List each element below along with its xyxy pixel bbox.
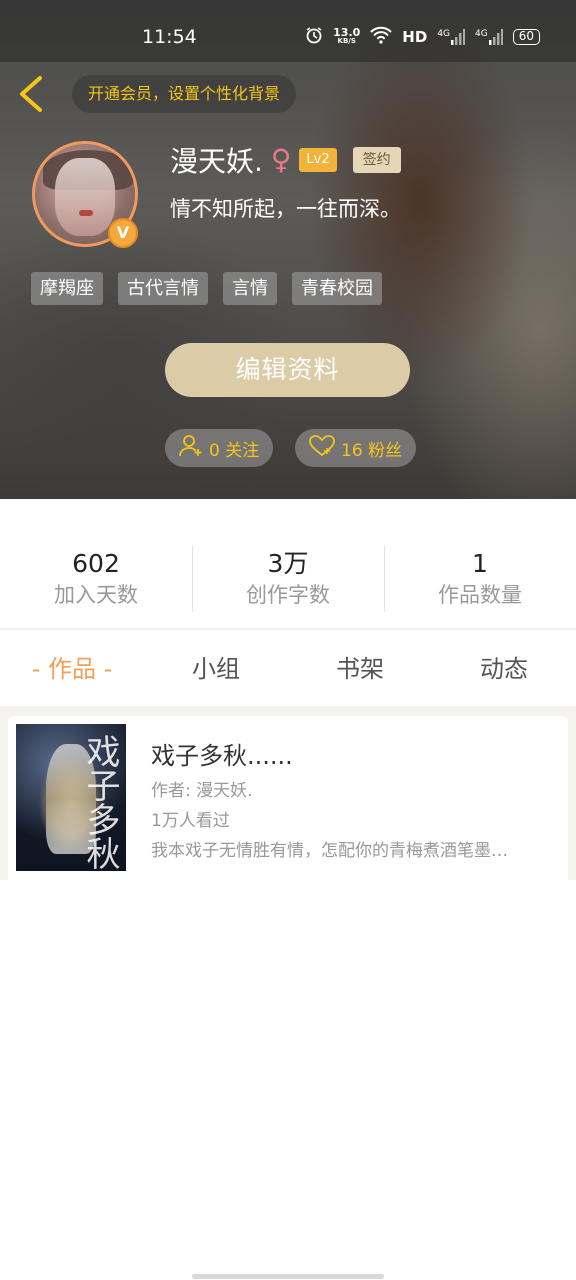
name-row: 漫天妖. ♀ Lv2 签约 bbox=[170, 140, 401, 180]
cover-title: 戏子多秋 bbox=[80, 734, 120, 870]
female-gender-icon: ♀ bbox=[270, 143, 292, 176]
fans-count: 16 粉丝 bbox=[341, 440, 403, 461]
tag[interactable]: 摩羯座 bbox=[31, 272, 103, 305]
back-button[interactable] bbox=[14, 72, 50, 116]
stat-label: 创作字数 bbox=[246, 583, 330, 607]
edit-profile-button[interactable]: 编辑资料 bbox=[165, 343, 410, 397]
wifi-icon bbox=[370, 26, 393, 48]
tag[interactable]: 古代言情 bbox=[118, 272, 208, 305]
profile-header: 11:54 13.0 KB/S HD 4G 4G 60 开通会员，设置个性化背景… bbox=[0, 0, 576, 499]
stat-works-count: 1 作品数量 bbox=[384, 540, 576, 620]
level-badge: Lv2 bbox=[299, 148, 337, 172]
username: 漫天妖. bbox=[170, 145, 263, 178]
alarm-icon bbox=[305, 26, 323, 48]
divider bbox=[0, 628, 576, 630]
signal-label-1: 4G bbox=[437, 29, 451, 39]
home-indicator[interactable] bbox=[192, 1274, 384, 1279]
speed-value: 13.0 bbox=[333, 26, 361, 39]
avatar-mouth bbox=[79, 210, 93, 216]
tab-works[interactable]: - 作品 - bbox=[0, 640, 144, 700]
verified-badge-icon: V bbox=[108, 218, 138, 248]
book-cover: 戏子多秋 bbox=[16, 724, 126, 871]
status-time: 11:54 bbox=[142, 26, 197, 48]
tab-bookshelf[interactable]: 书架 bbox=[288, 640, 432, 700]
user-add-icon bbox=[179, 434, 203, 463]
stat-value: 1 bbox=[472, 549, 488, 578]
book-description: 我本戏子无情胜有情，怎配你的青梅煮酒笔墨… bbox=[151, 841, 508, 861]
following-count: 0 关注 bbox=[209, 440, 260, 461]
signal-icon-2: 4G bbox=[475, 29, 503, 45]
stat-value: 602 bbox=[72, 549, 120, 578]
avatar-face bbox=[55, 158, 115, 236]
book-author: 作者: 漫天妖. bbox=[151, 781, 253, 801]
tab-activity[interactable]: 动态 bbox=[432, 640, 576, 700]
status-icons: 13.0 KB/S HD 4G 4G 60 bbox=[305, 26, 540, 48]
stats-bar: 602 加入天数 3万 创作字数 1 作品数量 bbox=[0, 540, 576, 620]
status-bar: 11:54 13.0 KB/S HD 4G 4G 60 bbox=[0, 0, 576, 62]
vip-background-prompt[interactable]: 开通会员，设置个性化背景 bbox=[72, 75, 297, 113]
avatar[interactable]: V bbox=[32, 141, 138, 248]
tag[interactable]: 青春校园 bbox=[292, 272, 382, 305]
tag[interactable]: 言情 bbox=[223, 272, 277, 305]
stat-label: 加入天数 bbox=[54, 583, 138, 607]
stat-label: 作品数量 bbox=[438, 583, 522, 607]
following-button[interactable]: 0 关注 bbox=[165, 429, 274, 467]
book-views: 1万人看过 bbox=[151, 811, 230, 831]
signal-icon-1: 4G bbox=[437, 29, 466, 45]
profile-tabs: - 作品 - 小组 书架 动态 bbox=[0, 640, 576, 700]
interest-tags: 摩羯座 古代言情 言情 青春校园 bbox=[31, 272, 382, 305]
hd-indicator: HD bbox=[402, 28, 428, 46]
tab-groups[interactable]: 小组 bbox=[144, 640, 288, 700]
signed-author-badge: 签约 bbox=[352, 147, 401, 173]
stat-words-written: 3万 创作字数 bbox=[192, 540, 384, 620]
battery-icon: 60 bbox=[512, 29, 540, 45]
book-title: 戏子多秋...... bbox=[151, 742, 293, 770]
heart-icon bbox=[309, 434, 335, 462]
user-bio: 情不知所起，一往而深。 bbox=[170, 197, 401, 221]
book-card[interactable]: 戏子多秋 戏子多秋...... 作者: 漫天妖. 1万人看过 我本戏子无情胜有情… bbox=[8, 716, 568, 880]
stat-value: 3万 bbox=[267, 549, 309, 578]
fans-button[interactable]: 16 粉丝 bbox=[295, 429, 417, 467]
network-speed: 13.0 KB/S bbox=[333, 26, 361, 46]
stat-days-joined: 602 加入天数 bbox=[0, 540, 192, 620]
signal-label-2: 4G bbox=[475, 29, 488, 39]
